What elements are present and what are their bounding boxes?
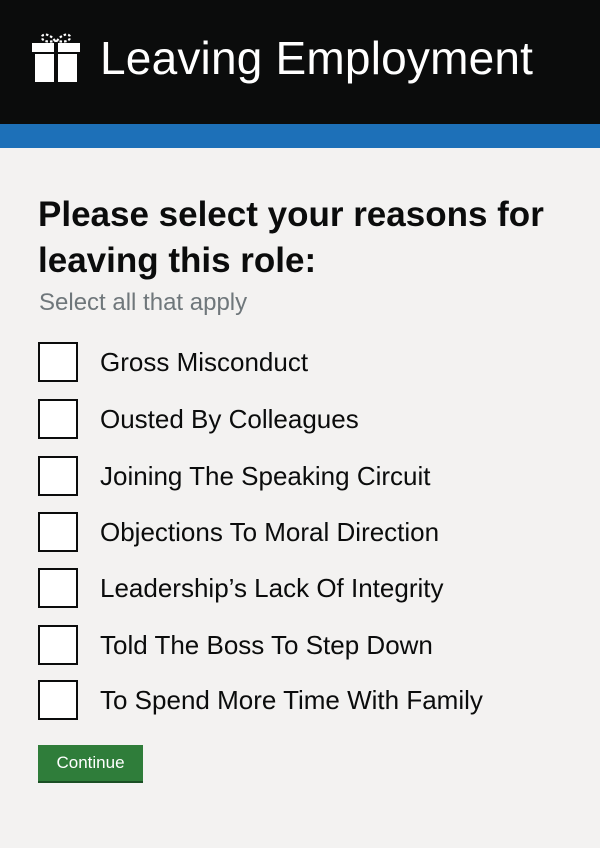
option-label[interactable]: Joining The Speaking Circuit — [100, 459, 430, 493]
app-title: Leaving Employment — [100, 32, 534, 84]
site-header: Leaving Employment — [0, 0, 600, 124]
checkbox[interactable] — [38, 568, 78, 608]
reason-option-told-boss-step-down[interactable]: Told The Boss To Step Down — [38, 623, 433, 667]
hint-text: Select all that apply — [39, 289, 248, 316]
reason-option-speaking-circuit[interactable]: Joining The Speaking Circuit — [38, 454, 430, 498]
continue-button[interactable]: Continue — [38, 745, 143, 783]
header-accent-bar — [0, 124, 600, 148]
checkbox[interactable] — [38, 342, 78, 382]
reason-option-ousted-by-colleagues[interactable]: Ousted By Colleagues — [38, 397, 359, 441]
option-label[interactable]: Objections To Moral Direction — [100, 515, 439, 549]
option-label[interactable]: Gross Misconduct — [100, 345, 308, 379]
checkbox[interactable] — [38, 399, 78, 439]
reason-option-gross-misconduct[interactable]: Gross Misconduct — [38, 340, 308, 384]
checkbox[interactable] — [38, 680, 78, 720]
checkbox[interactable] — [38, 625, 78, 665]
gift-icon — [32, 33, 80, 82]
option-label[interactable]: To Spend More Time With Family — [100, 683, 483, 717]
option-label[interactable]: Ousted By Colleagues — [100, 402, 359, 436]
reason-option-time-with-family[interactable]: To Spend More Time With Family — [38, 678, 483, 722]
checkbox[interactable] — [38, 456, 78, 496]
checkbox[interactable] — [38, 512, 78, 552]
reason-option-lack-of-integrity[interactable]: Leadership’s Lack Of Integrity — [38, 566, 443, 610]
option-label[interactable]: Leadership’s Lack Of Integrity — [100, 571, 443, 605]
option-label[interactable]: Told The Boss To Step Down — [100, 628, 433, 662]
page-heading: Please select your reasons for leaving t… — [38, 195, 544, 280]
reason-option-moral-direction[interactable]: Objections To Moral Direction — [38, 510, 439, 554]
